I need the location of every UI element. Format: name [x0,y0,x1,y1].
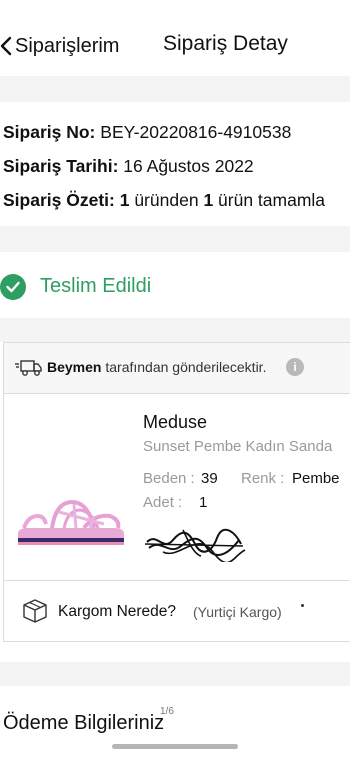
color-value: Pembe [292,470,340,487]
order-summary-label: Sipariş Özeti: [3,190,115,210]
section-divider [0,226,350,252]
shipment-text: Beymen tarafından gönderilecektir. [47,359,266,375]
section-spacer [0,642,350,662]
order-summary-count: 1 [119,190,130,210]
check-circle-icon [0,274,26,300]
quantity-value: 1 [199,494,208,511]
product-image[interactable] [14,494,126,548]
cargo-carrier: (Yurtiçi Kargo) [193,604,282,620]
truck-icon [15,360,42,376]
status-label: Teslim Edildi [40,275,152,297]
back-button[interactable]: Siparişlerim [0,33,119,59]
order-number-value: BEY-20220816-4910538 [100,122,292,142]
payment-page-indicator: 1/6 [160,706,174,717]
seller-suffix: tarafından gönderilecektir. [105,359,267,375]
order-date-label: Sipariş Tarihi: [3,156,119,176]
product-name[interactable]: Sunset Pembe Kadın Sanda [143,438,332,455]
product-brand[interactable]: Meduse [143,412,207,433]
package-icon [23,599,47,623]
redacted-price-scribble [144,528,246,562]
back-label: Siparişlerim [15,34,120,57]
order-summary-tail: ürün tamamla [218,190,326,210]
section-divider [0,318,350,342]
color-label: Renk : [241,470,285,487]
size-value: 39 [201,470,218,487]
dot-icon [301,604,304,607]
payment-section-title: Ödeme Bilgileriniz [3,712,165,734]
order-date-value: 16 Ağustos 2022 [123,156,254,176]
chevron-left-icon [0,36,12,56]
seller-name: Beymen [47,359,102,375]
size-label: Beden : [143,470,195,487]
order-number-row: Sipariş No: BEY-20220816-4910538 [3,122,291,143]
section-divider [0,662,350,686]
order-summary-mid: üründen [134,190,199,210]
info-icon[interactable]: i [286,358,304,376]
page-title: Sipariş Detay [163,32,288,55]
section-divider [0,76,350,102]
order-date-row: Sipariş Tarihi: 16 Ağustos 2022 [3,156,254,177]
card-divider [3,580,350,581]
quantity-label: Adet : [143,494,183,511]
order-summary-row: Sipariş Özeti: 1 üründen 1 ürün tamamla [3,190,325,211]
order-summary-count-complete: 1 [203,190,214,210]
home-indicator[interactable] [112,744,238,749]
order-number-label: Sipariş No: [3,122,96,142]
cargo-tracking-link[interactable]: Kargom Nerede? [58,603,176,621]
